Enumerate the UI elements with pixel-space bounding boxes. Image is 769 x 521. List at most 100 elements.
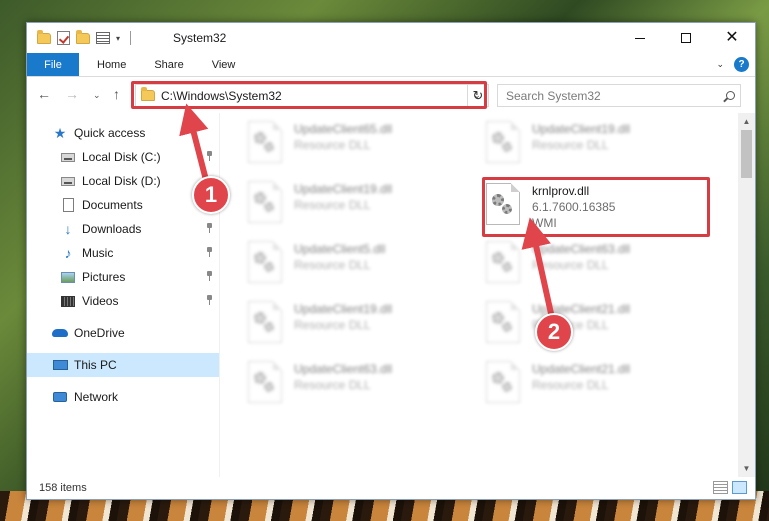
dll-file-icon xyxy=(248,241,282,283)
nav-documents[interactable]: Documents xyxy=(27,193,219,217)
properties-check-icon[interactable] xyxy=(57,31,70,45)
file-highlight xyxy=(482,177,710,237)
nav-label: Documents xyxy=(82,198,143,212)
toolbar-separator xyxy=(130,31,132,45)
tab-view[interactable]: View xyxy=(198,53,250,76)
file-name: UpdateClient63.dll xyxy=(294,362,393,376)
nav-label: Quick access xyxy=(74,126,146,140)
dll-file-icon xyxy=(248,361,282,403)
maximize-icon xyxy=(681,33,691,43)
close-button[interactable]: ✕ xyxy=(709,23,755,53)
pin-icon xyxy=(206,247,213,257)
pictures-icon xyxy=(61,271,75,283)
nav-label: This PC xyxy=(74,358,117,372)
file-type: Resource DLL xyxy=(294,138,371,152)
file-list-pane: UpdateClient65.dll Resource DLL UpdateCli… xyxy=(220,113,755,477)
scroll-up-icon[interactable]: ▲ xyxy=(738,113,755,130)
file-type: Resource DLL xyxy=(294,318,371,332)
file-item[interactable]: UpdateClient65.dll Resource DLL xyxy=(248,117,478,173)
nav-label: Local Disk (C:) xyxy=(82,150,161,164)
dll-file-icon xyxy=(486,121,520,163)
file-item[interactable]: UpdateClient63.dll Resource DLL xyxy=(248,357,478,413)
nav-label: OneDrive xyxy=(74,326,125,340)
file-name: UpdateClient19.dll xyxy=(532,122,631,136)
forward-arrow-icon[interactable]: → xyxy=(65,86,79,102)
back-arrow-icon[interactable]: ← xyxy=(37,86,51,102)
tab-home[interactable]: Home xyxy=(79,53,140,76)
nav-label: Pictures xyxy=(82,270,126,284)
pin-icon xyxy=(206,151,213,161)
scrollbar-thumb[interactable] xyxy=(741,130,752,178)
file-item[interactable]: UpdateClient21.dllResource DLL xyxy=(486,297,716,353)
title-bar: ▾ System32 ✕ xyxy=(27,23,755,53)
nav-downloads[interactable]: ↓ Downloads xyxy=(27,217,219,241)
details-view-icon[interactable] xyxy=(713,481,728,494)
nav-local-disk-c[interactable]: Local Disk (C:) xyxy=(27,145,219,169)
search-icon[interactable] xyxy=(720,91,740,100)
tab-share[interactable]: Share xyxy=(140,53,197,76)
file-item[interactable]: UpdateClient19.dll Resource DLL xyxy=(248,177,478,233)
help-icon[interactable]: ? xyxy=(734,57,749,72)
document-icon xyxy=(62,198,74,212)
file-name: UpdateClient19.dll xyxy=(294,302,393,316)
properties-icon[interactable] xyxy=(96,32,110,44)
search-box[interactable]: Search System32 xyxy=(497,84,741,107)
file-type: Resource DLL xyxy=(532,138,609,152)
pin-icon xyxy=(206,271,213,281)
file-type: Resource DLL xyxy=(532,258,609,272)
file-explorer-window: ▾ System32 ✕ File Home Share View ⌄ ? ← … xyxy=(26,22,756,500)
minimize-button[interactable] xyxy=(617,23,663,53)
tab-file[interactable]: File xyxy=(27,53,79,76)
nav-music[interactable]: ♪ Music xyxy=(27,241,219,265)
computer-icon xyxy=(52,360,68,370)
file-name: UpdateClient21.dll xyxy=(532,362,631,376)
dll-file-icon xyxy=(486,301,520,343)
navigation-pane: ★ Quick access Local Disk (C:) Local Dis… xyxy=(27,113,220,477)
callout-badge-two: 2 xyxy=(535,313,573,351)
file-item[interactable]: UpdateClient21.dll Resource DLL xyxy=(486,357,716,413)
music-icon: ♪ xyxy=(64,245,72,261)
nav-onedrive[interactable]: OneDrive xyxy=(27,321,219,345)
up-arrow-icon[interactable]: ↑ xyxy=(113,86,120,102)
nav-quick-access[interactable]: ★ Quick access xyxy=(27,121,219,145)
item-count: 158 items xyxy=(39,482,87,494)
vertical-scrollbar[interactable]: ▲ ▼ xyxy=(738,113,755,477)
file-item[interactable]: UpdateClient19.dll Resource DLL xyxy=(248,297,478,353)
dll-file-icon xyxy=(486,361,520,403)
ribbon: File Home Share View ⌄ ? xyxy=(27,53,755,77)
nav-local-disk-d[interactable]: Local Disk (D:) xyxy=(27,169,219,193)
nav-network[interactable]: Network xyxy=(27,385,219,409)
new-folder-icon[interactable] xyxy=(76,29,90,44)
file-item[interactable]: UpdateClient63.dll Resource DLL xyxy=(486,237,716,293)
file-type: Resource DLL xyxy=(532,378,609,392)
videos-icon xyxy=(61,295,75,307)
scroll-down-icon[interactable]: ▼ xyxy=(738,460,755,477)
expand-ribbon-chevron-icon[interactable]: ⌄ xyxy=(716,59,724,70)
file-name: UpdateClient63.dll xyxy=(532,242,631,256)
recent-locations-chevron-icon[interactable]: ⌄ xyxy=(93,90,101,101)
file-name: UpdateClient19.dll xyxy=(294,182,393,196)
minimize-icon xyxy=(635,37,645,39)
dll-file-icon xyxy=(248,121,282,163)
dll-file-icon xyxy=(248,301,282,343)
nav-this-pc[interactable]: This PC xyxy=(27,353,219,377)
file-item[interactable]: UpdateClient5.dll Resource DLL xyxy=(248,237,478,293)
nav-pictures[interactable]: Pictures xyxy=(27,265,219,289)
status-bar: 158 items xyxy=(27,477,755,499)
customize-toolbar-chevron-icon[interactable]: ▾ xyxy=(116,34,120,43)
file-type: Resource DLL xyxy=(294,378,371,392)
tiles-view-icon[interactable] xyxy=(732,481,747,494)
nav-label: Downloads xyxy=(82,222,142,236)
folder-icon xyxy=(37,29,51,44)
nav-videos[interactable]: Videos xyxy=(27,289,219,313)
file-name: UpdateClient5.dll xyxy=(294,242,386,256)
callout-badge-one: 1 xyxy=(192,176,230,214)
disk-icon xyxy=(61,176,75,186)
file-item[interactable]: UpdateClient19.dll Resource DLL xyxy=(486,117,716,173)
dll-file-icon xyxy=(248,181,282,223)
onedrive-cloud-icon xyxy=(52,329,68,337)
main-content: ★ Quick access Local Disk (C:) Local Dis… xyxy=(27,113,755,477)
search-placeholder[interactable]: Search System32 xyxy=(506,89,720,103)
nav-label: Local Disk (D:) xyxy=(82,174,161,188)
maximize-button[interactable] xyxy=(663,23,709,53)
